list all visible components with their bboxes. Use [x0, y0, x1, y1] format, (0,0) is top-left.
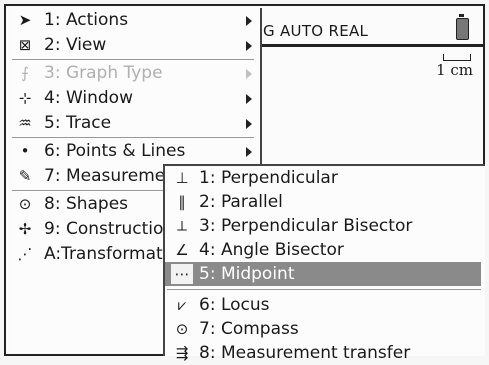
status-divider [261, 44, 483, 47]
menu-separator [167, 289, 481, 290]
menu-item-trace[interactable]: ♒ 5: Trace [10, 111, 260, 136]
window-axes-icon: ⊹ [18, 89, 32, 107]
menu-item-points-lines[interactable]: • 6: Points & Lines [10, 139, 260, 164]
submenu-arrow-icon [246, 16, 252, 26]
graph-type-icon: ⨍ [21, 64, 29, 82]
measurement-transfer-icon: ⇶ [175, 344, 189, 362]
menu-item-label: 2: View [44, 35, 107, 55]
submenu-item-label: 1: Perpendicular [199, 168, 338, 188]
parallel-icon: ∥ [178, 193, 186, 211]
scale-indicator: 1 cm [429, 54, 473, 79]
submenu-item-label: 6: Locus [199, 295, 270, 315]
submenu-item-label: 3: Perpendicular Bisector [199, 216, 413, 236]
perpendicular-bisector-icon: ⟂ [176, 217, 187, 235]
trace-icon: ♒ [18, 114, 32, 132]
menu-item-actions[interactable]: ➤ 1: Actions [10, 8, 260, 33]
menu-item-label: 7: Measurement [44, 166, 183, 186]
view-grid-icon: ⊠ [18, 36, 32, 54]
menu-item-graph-type: ⨍ 3: Graph Type [10, 61, 260, 86]
battery-icon [456, 14, 469, 40]
menu-item-window[interactable]: ⊹ 4: Window [10, 86, 260, 111]
submenu-item-label: 4: Angle Bisector [199, 240, 344, 260]
submenu-arrow-icon [246, 94, 252, 104]
submenu-item-perpendicular[interactable]: ⊥ 1: Perpendicular [165, 166, 485, 190]
menu-item-label: 1: Actions [44, 10, 129, 30]
submenu-arrow-icon [246, 119, 252, 129]
submenu-item-label: 8: Measurement transfer [199, 343, 411, 363]
ruler-icon: ✎ [18, 167, 32, 185]
menu-item-label: 3: Graph Type [44, 63, 163, 83]
status-bar: G AUTO REAL [261, 14, 483, 46]
submenu-item-parallel[interactable]: ∥ 2: Parallel [165, 190, 485, 214]
perpendicular-icon: ⊥ [175, 169, 189, 187]
circle-shape-icon: ⊙ [18, 195, 32, 213]
submenu-item-label: 7: Compass [199, 319, 299, 339]
cursor-arrow-icon: ➤ [18, 11, 32, 29]
scale-label: 1 cm [436, 61, 473, 79]
submenu-item-measurement-transfer[interactable]: ⇶ 8: Measurement transfer [165, 341, 485, 365]
submenu-arrow-icon [246, 41, 252, 51]
menu-separator [12, 59, 254, 60]
menu-item-label: 8: Shapes [44, 194, 129, 214]
construction-submenu: ⊥ 1: Perpendicular ∥ 2: Parallel ⟂ 3: Pe… [163, 164, 485, 363]
submenu-item-label: 5: Midpoint [199, 264, 295, 284]
submenu-arrow-icon [246, 69, 252, 79]
status-text: G AUTO REAL [263, 22, 369, 40]
submenu-item-perpendicular-bisector[interactable]: ⟂ 3: Perpendicular Bisector [165, 214, 485, 238]
submenu-item-locus[interactable]: ⩗ 6: Locus [165, 293, 485, 317]
angle-bisector-icon: ∠ [175, 241, 189, 259]
compass-icon: ⊙ [175, 320, 189, 338]
menu-separator [12, 137, 254, 138]
menu-item-view[interactable]: ⊠ 2: View [10, 33, 260, 58]
scale-bar [443, 54, 471, 61]
transformation-icon: ⋰ [17, 245, 33, 263]
menu-item-label: 5: Trace [44, 113, 112, 133]
menu-item-label: 6: Points & Lines [44, 141, 186, 161]
menu-item-label: 9: Construction [44, 219, 175, 239]
locus-icon: ⩗ [177, 296, 187, 314]
point-icon: • [20, 142, 30, 160]
construction-icon: ✢ [18, 220, 32, 238]
menu-item-label: 4: Window [44, 88, 133, 108]
submenu-item-midpoint[interactable]: ⋯ 5: Midpoint [165, 262, 481, 286]
submenu-item-angle-bisector[interactable]: ∠ 4: Angle Bisector [165, 238, 485, 262]
submenu-item-compass[interactable]: ⊙ 7: Compass [165, 317, 485, 341]
midpoint-icon: ⋯ [171, 264, 193, 284]
submenu-arrow-icon [246, 147, 252, 157]
submenu-item-label: 2: Parallel [199, 192, 283, 212]
